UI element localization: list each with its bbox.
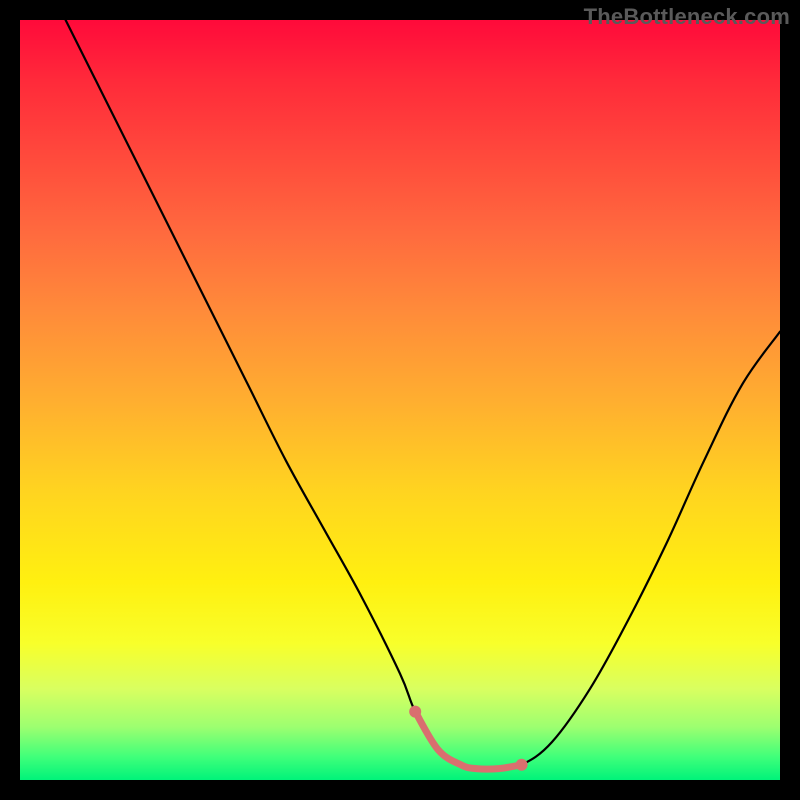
chart-frame: TheBottleneck.com	[0, 0, 800, 800]
optimal-range-line	[415, 712, 521, 770]
plot-area	[20, 20, 780, 780]
optimal-range-start-dot	[409, 706, 421, 718]
bottleneck-curve	[66, 20, 780, 769]
chart-svg	[20, 20, 780, 780]
watermark-text: TheBottleneck.com	[584, 4, 790, 30]
optimal-range-end-dot	[516, 759, 528, 771]
